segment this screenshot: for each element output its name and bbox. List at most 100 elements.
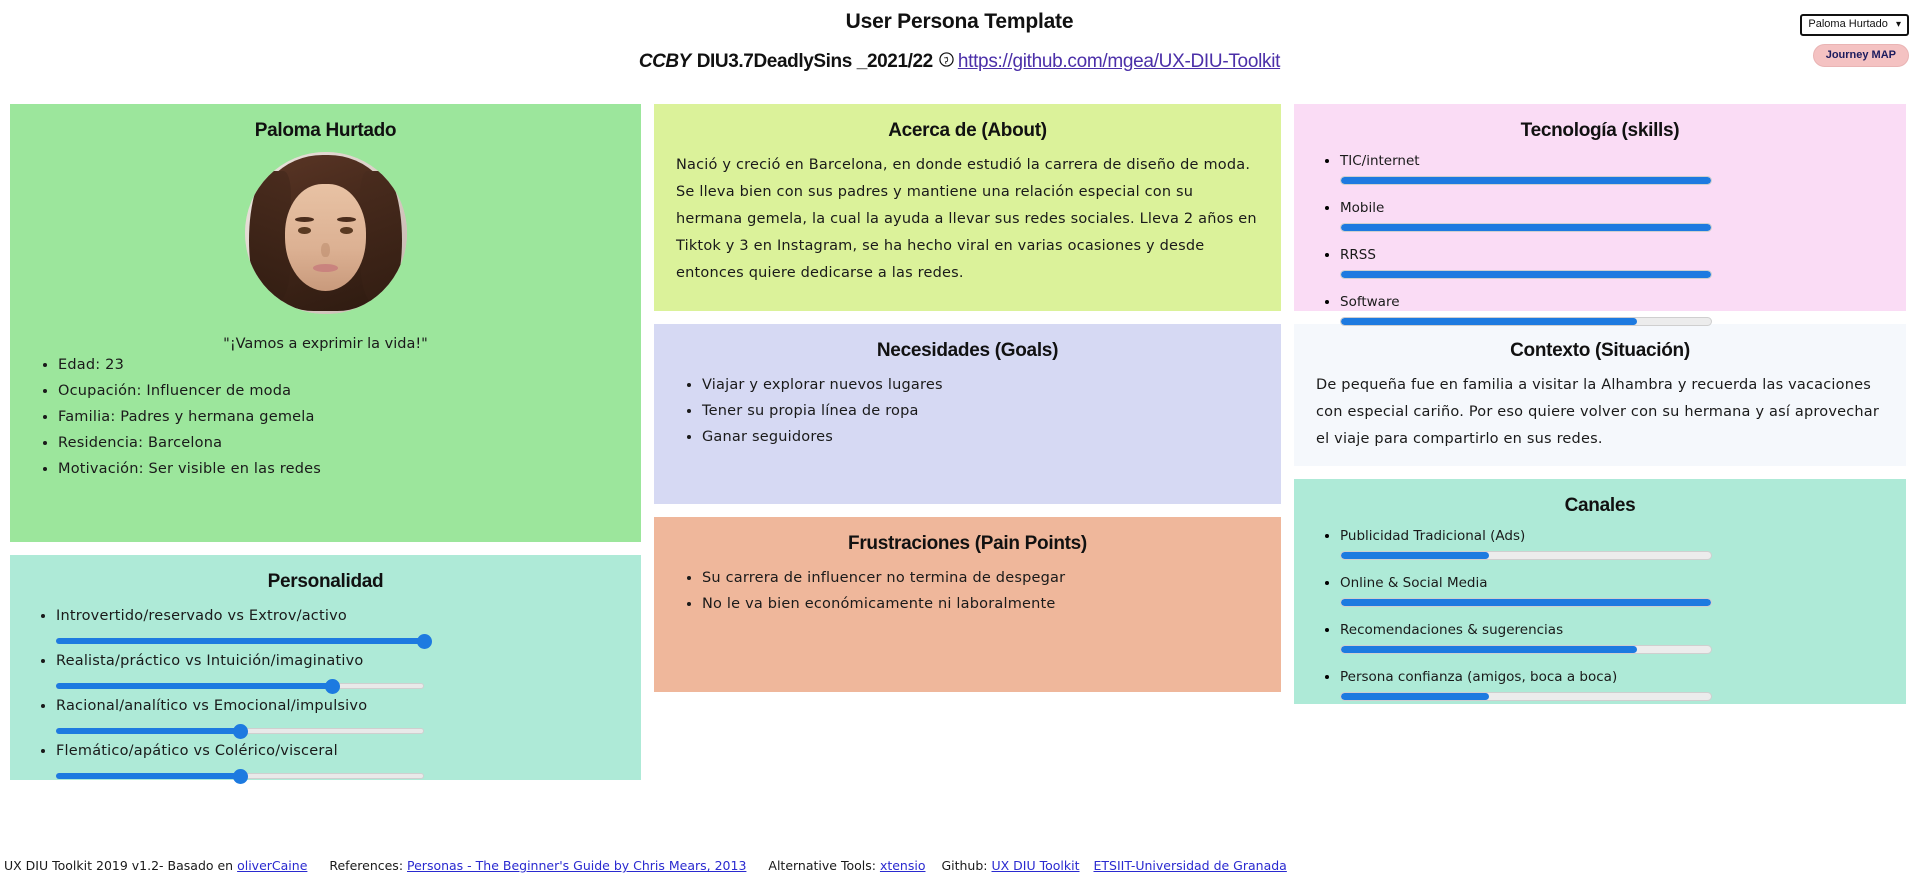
personality-list: Introvertido/reservado vs Extrov/activo … <box>28 603 623 784</box>
skill-label: Mobile <box>1340 200 1385 216</box>
slider-thumb[interactable] <box>233 724 248 739</box>
channel-progress <box>1340 645 1712 654</box>
channel-label: Publicidad Tradicional (Ads) <box>1340 528 1526 544</box>
progress-fill <box>1341 552 1489 559</box>
slider-fill <box>56 728 240 734</box>
list-item: Motivación: Ser visible en las redes <box>58 456 623 482</box>
github-icon <box>939 52 954 72</box>
list-item: Ganar seguidores <box>702 424 1263 450</box>
progress-fill <box>1341 646 1637 653</box>
skills-title: Tecnología (skills) <box>1520 120 1680 141</box>
slider-fill <box>56 773 240 779</box>
list-item: Introvertido/reservado vs Extrov/activo <box>56 603 623 649</box>
journey-map-button[interactable]: Journey MAP <box>1812 44 1909 67</box>
skill-label: TIC/internet <box>1340 153 1420 169</box>
page-header: User Persona Template CCBY DIU3.7DeadlySi… <box>0 0 1919 73</box>
list-item: Racional/analítico vs Emocional/impulsiv… <box>56 693 623 739</box>
goals-title: Necesidades (Goals) <box>876 340 1059 361</box>
list-item: Realista/práctico vs Intuición/imaginati… <box>56 648 623 694</box>
channel-label: Persona confianza (amigos, boca a boca) <box>1340 669 1618 685</box>
goals-card: Necesidades (Goals) Viajar y explorar nu… <box>654 324 1281 504</box>
personality-title: Personalidad <box>267 571 384 592</box>
trait-slider[interactable] <box>56 724 424 739</box>
skill-label: RRSS <box>1340 247 1376 263</box>
persona-select[interactable]: Paloma Hurtado ▾ <box>1800 14 1909 36</box>
slider-thumb[interactable] <box>417 634 432 649</box>
footer-university-link[interactable]: ETSIIT-Universidad de Granada <box>1093 858 1286 873</box>
repo-link[interactable]: https://github.com/mgea/UX-DIU-Toolkit <box>958 51 1281 72</box>
header-controls: Paloma Hurtado ▾ Journey MAP <box>1779 14 1909 67</box>
pain-points-card: Frustraciones (Pain Points) Su carrera d… <box>654 517 1281 692</box>
list-item: Residencia: Barcelona <box>58 430 623 456</box>
left-column: Paloma Hurtado "¡Vamos a exprimir la vid… <box>10 104 641 784</box>
footer-alt-tools-label: Alternative Tools: <box>768 858 876 873</box>
list-item: No le va bien económicamente ni laboralm… <box>702 591 1263 617</box>
slider-fill <box>56 638 424 644</box>
skill-progress <box>1340 270 1712 279</box>
page-title: User Persona Template <box>845 10 1074 33</box>
skill-progress <box>1340 317 1712 326</box>
list-item: Persona confianza (amigos, boca a boca) <box>1340 668 1888 701</box>
channel-label: Recomendaciones & sugerencias <box>1340 622 1564 638</box>
channels-title: Canales <box>1564 495 1636 516</box>
page-footer: UX DIU Toolkit 2019 v1.2- Basado en oliv… <box>4 858 1287 873</box>
footer-toolkit-link[interactable]: UX DIU Toolkit <box>992 858 1080 873</box>
progress-fill <box>1341 271 1711 278</box>
progress-fill <box>1341 318 1637 325</box>
slider-thumb[interactable] <box>233 769 248 784</box>
avatar-face-illustration <box>244 152 407 314</box>
progress-fill <box>1341 177 1711 184</box>
persona-grid: Paloma Hurtado "¡Vamos a exprimir la vid… <box>10 104 1909 784</box>
progress-fill <box>1341 693 1489 700</box>
list-item: Mobile <box>1340 199 1888 232</box>
skill-progress <box>1340 223 1712 232</box>
skills-list: TIC/internet Mobile RRSS <box>1312 152 1888 326</box>
list-item: Ocupación: Influencer de moda <box>58 378 623 404</box>
channel-progress <box>1340 692 1712 701</box>
list-item: TIC/internet <box>1340 152 1888 185</box>
list-item: Recomendaciones & sugerencias <box>1340 621 1888 654</box>
list-item: Familia: Padres y hermana gemela <box>58 404 623 430</box>
about-text: Nació y creció en Barcelona, en donde es… <box>676 157 1257 281</box>
context-text: De pequeña fue en familia a visitar la A… <box>1316 377 1880 447</box>
footer-references-label: References: <box>329 858 404 873</box>
footer-references-link[interactable]: Personas - The Beginner's Guide by Chris… <box>407 858 746 873</box>
footer-author-link[interactable]: oliverCaine <box>237 858 307 873</box>
progress-fill <box>1341 599 1711 606</box>
trait-label: Introvertido/reservado vs Extrov/activo <box>56 608 347 624</box>
list-item: Online & Social Media <box>1340 574 1888 607</box>
progress-fill <box>1341 224 1711 231</box>
skills-card: Tecnología (skills) TIC/internet Mobile <box>1294 104 1906 326</box>
context-title: Contexto (Situación) <box>1510 340 1690 361</box>
list-item: Publicidad Tradicional (Ads) <box>1340 527 1888 560</box>
channel-progress <box>1340 598 1712 607</box>
persona-details-list: Edad: 23 Ocupación: Influencer de moda F… <box>28 352 623 482</box>
trait-slider[interactable] <box>56 769 424 784</box>
channels-list: Publicidad Tradicional (Ads) Online & So… <box>1312 527 1888 701</box>
skill-progress <box>1340 176 1712 185</box>
channels-card: Canales Publicidad Tradicional (Ads) Onl… <box>1294 479 1906 704</box>
trait-label: Racional/analítico vs Emocional/impulsiv… <box>56 698 368 714</box>
channel-progress <box>1340 551 1712 560</box>
trait-label: Realista/práctico vs Intuición/imaginati… <box>56 653 364 669</box>
personality-card: Personalidad Introvertido/reservado vs E… <box>10 555 641 784</box>
footer-xtensio-link[interactable]: xtensio <box>880 858 926 873</box>
about-card: Acerca de (About) Nació y creció en Barc… <box>654 104 1281 311</box>
trait-slider[interactable] <box>56 634 432 649</box>
slider-fill <box>56 683 332 689</box>
persona-name: Paloma Hurtado <box>254 120 397 141</box>
license-line: CCBY DIU3.7DeadlySins _2021/22 https://gi… <box>0 51 1919 73</box>
middle-column: Acerca de (About) Nació y creció en Barc… <box>654 104 1281 780</box>
pain-points-title: Frustraciones (Pain Points) <box>848 533 1087 554</box>
list-item: RRSS <box>1340 246 1888 279</box>
course-label: DIU3.7DeadlySins _2021/22 <box>696 51 933 72</box>
slider-thumb[interactable] <box>325 679 340 694</box>
trait-label: Flemático/apático vs Colérico/visceral <box>56 743 338 759</box>
footer-toolkit-label: UX DIU Toolkit 2019 v1.2- Basado en <box>4 858 234 873</box>
user-persona-page: User Persona Template CCBY DIU3.7DeadlySi… <box>0 0 1919 876</box>
trait-slider[interactable] <box>56 679 424 694</box>
license-badge: CCBY <box>638 51 691 72</box>
avatar-wrapper <box>28 152 623 314</box>
context-card: Contexto (Situación) De pequeña fue en f… <box>1294 324 1906 466</box>
list-item: Tener su propia línea de ropa <box>702 398 1263 424</box>
